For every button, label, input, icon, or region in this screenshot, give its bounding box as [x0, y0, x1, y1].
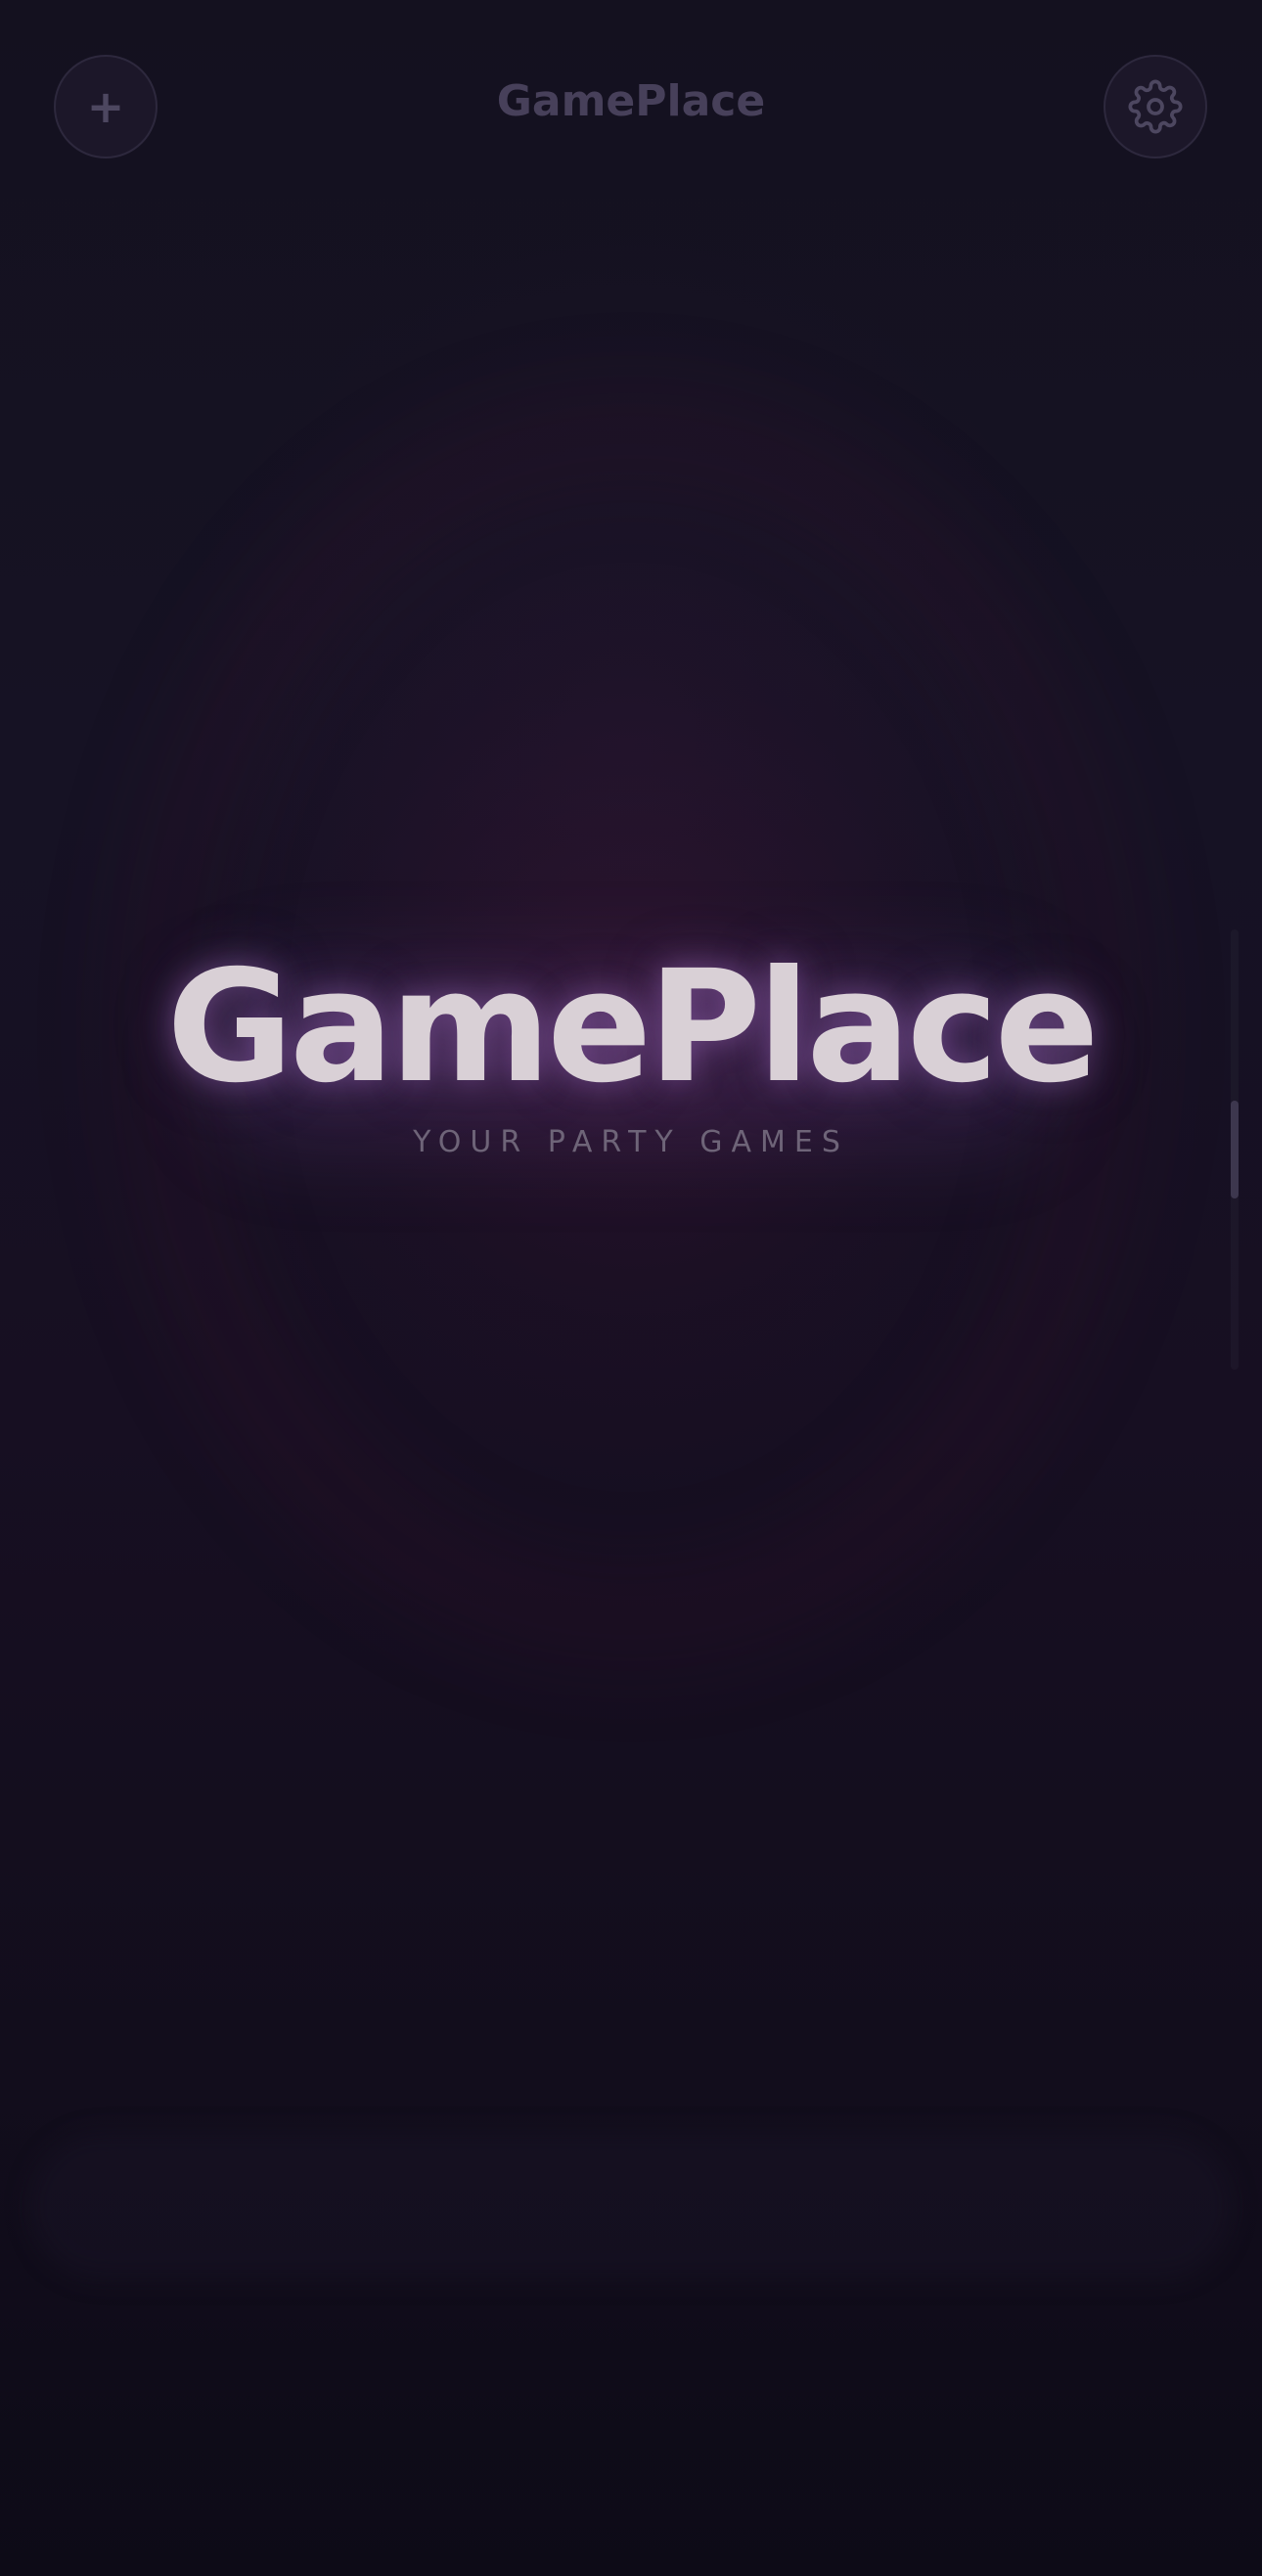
app-screen: + GamePlace GamePlace YOUR PARTY GAMES	[0, 0, 1262, 2576]
hero-subtitle: YOUR PARTY GAMES	[413, 1125, 849, 1159]
hero-title: GamePlace	[166, 937, 1100, 1117]
top-bar: + GamePlace	[0, 0, 1262, 215]
settings-button[interactable]	[1104, 55, 1207, 158]
hero: GamePlace YOUR PARTY GAMES	[0, 939, 1262, 1159]
bottom-shelf-decoration	[29, 2133, 1233, 2280]
gear-icon	[1128, 79, 1183, 134]
header-title: GamePlace	[496, 76, 766, 126]
scrollbar-thumb[interactable]	[1231, 1101, 1239, 1198]
